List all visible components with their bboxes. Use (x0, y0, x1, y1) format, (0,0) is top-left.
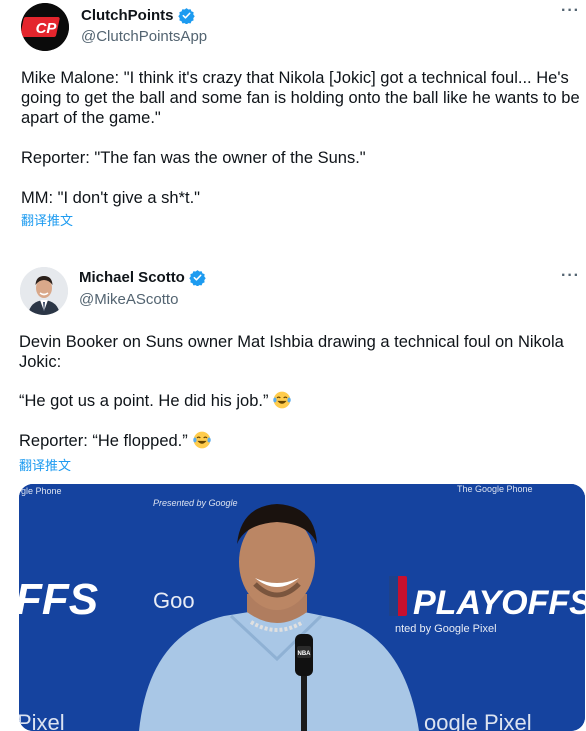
tweet-paragraph: MM: "I don't give a sh*t." (21, 189, 201, 207)
tweet-media-image[interactable]: gle Phone The Google Phone Presented by … (19, 484, 585, 731)
tweet-paragraph: Reporter: “He flopped.” (19, 430, 212, 451)
backdrop-text: Presented by Google (153, 498, 238, 508)
tweet-paragraph: Reporter: "The fan was the owner of the … (21, 149, 366, 167)
avatar[interactable] (20, 267, 68, 315)
backdrop-text: oogle Pixel (424, 710, 532, 731)
tweet-paragraph: “He got us a point. He did his job.” (19, 390, 292, 411)
translate-tweet-link[interactable]: 翻译推文 (21, 210, 73, 229)
backdrop-text: FFS (19, 575, 98, 624)
translate-tweet-link[interactable]: 翻译推文 (19, 455, 71, 474)
more-options-icon[interactable]: ··· (561, 2, 580, 20)
profile-photo-icon (20, 267, 68, 315)
tweet-michael-scotto[interactable]: Michael Scotto @MikeAScotto ··· Devin Bo… (0, 258, 586, 731)
author-handle[interactable]: @ClutchPointsApp (81, 28, 207, 45)
avatar[interactable]: CP (21, 3, 69, 51)
tears-of-joy-emoji-icon (193, 431, 211, 449)
tweet-clutchpoints[interactable]: CP ClutchPoints @ClutchPointsApp ··· Mik… (0, 0, 586, 232)
backdrop-text: PLAYOFFS (413, 584, 585, 622)
quote-text: “He got us a point. He did his job.” (19, 392, 269, 410)
verified-badge-icon (177, 8, 195, 24)
backdrop-text: The Google Phone (457, 484, 533, 494)
tears-of-joy-emoji-icon (273, 391, 292, 409)
cp-logo-icon: CP (21, 3, 69, 51)
author-name[interactable]: ClutchPoints (81, 7, 174, 24)
author-handle[interactable]: @MikeAScotto (79, 291, 178, 308)
quote-text: Reporter: “He flopped.” (19, 432, 188, 450)
backdrop-text: Pixel (19, 710, 65, 731)
backdrop-text: gle Phone (21, 486, 62, 496)
backdrop-text: Goo (153, 588, 195, 613)
author-name[interactable]: Michael Scotto (79, 269, 185, 286)
tweet-paragraph: Mike Malone: "I think it's crazy that Ni… (21, 69, 580, 127)
more-options-icon[interactable]: ··· (561, 267, 580, 285)
svg-text:NBA: NBA (298, 651, 312, 657)
tweet-paragraph: Devin Booker on Suns owner Mat Ishbia dr… (19, 333, 564, 371)
svg-text:CP: CP (36, 20, 58, 37)
author-row[interactable]: Michael Scotto (79, 269, 206, 286)
author-row[interactable]: ClutchPoints (81, 7, 195, 24)
backdrop-text: nted by Google Pixel (395, 623, 497, 635)
press-conference-photo: gle Phone The Google Phone Presented by … (19, 484, 585, 731)
verified-badge-icon (189, 270, 206, 286)
